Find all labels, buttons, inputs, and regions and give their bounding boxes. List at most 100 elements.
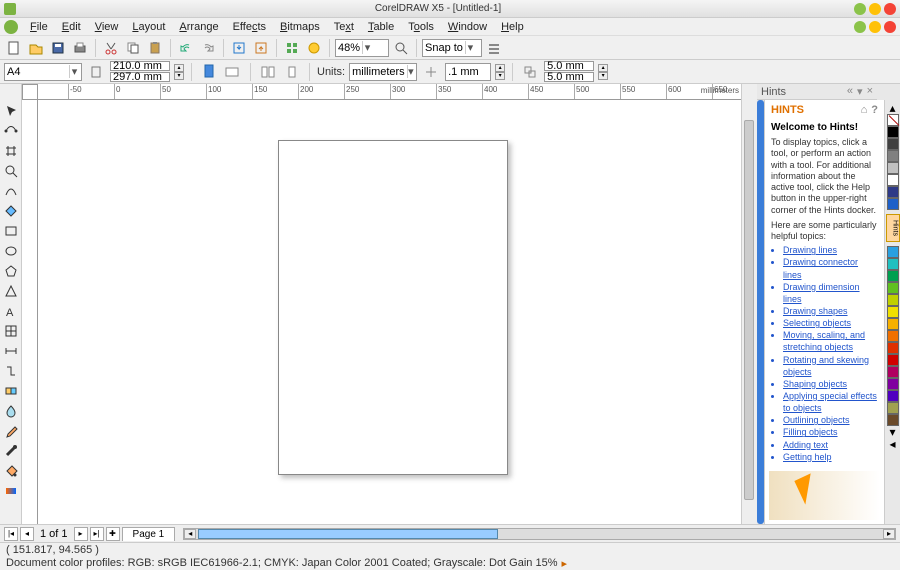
last-page-button[interactable]: ▸| (90, 527, 104, 541)
zoom-combo[interactable]: 48%▾ (335, 39, 389, 57)
color-swatch[interactable] (887, 330, 899, 342)
crop-tool[interactable] (2, 142, 20, 160)
undo-button[interactable] (176, 38, 196, 58)
zoom-tool-button[interactable] (391, 38, 411, 58)
eyedropper-tool[interactable] (2, 422, 20, 440)
export-button[interactable] (251, 38, 271, 58)
dup-y-field[interactable]: 5.0 mm (544, 72, 594, 82)
hints-handle[interactable] (757, 100, 764, 524)
hints-link[interactable]: Selecting objects (783, 317, 878, 329)
color-swatch[interactable] (887, 186, 899, 198)
redo-button[interactable] (198, 38, 218, 58)
color-swatch[interactable] (887, 162, 899, 174)
hints-link[interactable]: Drawing dimension lines (783, 281, 878, 305)
first-page-button[interactable]: |◂ (4, 527, 18, 541)
polygon-tool[interactable] (2, 262, 20, 280)
hints-help-icon[interactable]: ? (871, 104, 878, 116)
freehand-tool[interactable] (2, 182, 20, 200)
hints-link[interactable]: Filling objects (783, 426, 878, 438)
text-tool[interactable]: A (2, 302, 20, 320)
fill-tool[interactable] (2, 462, 20, 480)
menu-view[interactable]: View (89, 19, 125, 35)
hints-tab[interactable]: Hints «▾× (757, 84, 877, 100)
page-tab-1[interactable]: Page 1 (122, 527, 176, 541)
dimension-tool[interactable] (2, 342, 20, 360)
options-button[interactable] (484, 38, 504, 58)
hints-link[interactable]: Applying special effects to objects (783, 390, 878, 414)
color-swatch[interactable] (887, 354, 899, 366)
scrollbar-horizontal[interactable]: ◂▸ (183, 528, 896, 540)
menu-table[interactable]: Table (362, 19, 400, 35)
docker-menu-icon[interactable]: « (847, 85, 853, 98)
smart-fill-tool[interactable] (2, 202, 20, 220)
hints-link[interactable]: Getting help (783, 451, 878, 463)
welcome-button[interactable] (304, 38, 324, 58)
basic-shapes-tool[interactable] (2, 282, 20, 300)
zoom-tool[interactable] (2, 162, 20, 180)
color-swatch[interactable] (887, 306, 899, 318)
units-combo[interactable]: millimeters▾ (349, 63, 417, 81)
menu-edit[interactable]: Edit (56, 19, 87, 35)
table-tool[interactable] (2, 322, 20, 340)
print-button[interactable] (70, 38, 90, 58)
color-swatch[interactable] (887, 366, 899, 378)
color-swatch[interactable] (887, 294, 899, 306)
menu-file[interactable]: File (24, 19, 54, 35)
docker-close-icon[interactable]: × (867, 85, 873, 98)
save-button[interactable] (48, 38, 68, 58)
hints-link[interactable]: Drawing connector lines (783, 256, 878, 280)
hints-badge[interactable]: Hints (886, 214, 900, 242)
next-page-button[interactable]: ▸ (74, 527, 88, 541)
palette-flyout-icon[interactable]: ◂ (884, 438, 900, 450)
connector-tool[interactable] (2, 362, 20, 380)
menu-window[interactable]: Window (442, 19, 493, 35)
hints-home-icon[interactable]: ⌂ (861, 104, 868, 116)
cut-button[interactable] (101, 38, 121, 58)
hints-link[interactable]: Drawing shapes (783, 305, 878, 317)
add-page-button[interactable]: ✚ (106, 527, 120, 541)
doc-close-button[interactable] (884, 21, 896, 33)
ellipse-tool[interactable] (2, 242, 20, 260)
palette-up-icon[interactable]: ▴ (884, 102, 900, 114)
new-button[interactable] (4, 38, 24, 58)
paper-size-combo[interactable]: A4▾ (4, 63, 82, 81)
color-swatch[interactable] (887, 342, 899, 354)
nudge-field[interactable]: .1 mm (445, 63, 491, 81)
page-height-field[interactable]: 297.0 mm (110, 72, 170, 82)
color-swatch[interactable] (887, 270, 899, 282)
page-width-field[interactable]: 210.0 mm (110, 61, 170, 71)
prev-page-button[interactable]: ◂ (20, 527, 34, 541)
hints-link[interactable]: Moving, scaling, and stretching objects (783, 329, 878, 353)
hints-link[interactable]: Rotating and skewing objects (783, 354, 878, 378)
color-swatch[interactable] (887, 174, 899, 186)
menu-layout[interactable]: Layout (126, 19, 171, 35)
color-swatch[interactable] (887, 150, 899, 162)
copy-button[interactable] (123, 38, 143, 58)
status-flyout-icon[interactable]: ▸ (561, 557, 567, 570)
dup-x-field[interactable]: 5.0 mm (544, 61, 594, 71)
color-swatch[interactable] (887, 258, 899, 270)
menu-tools[interactable]: Tools (402, 19, 440, 35)
blend-tool[interactable] (2, 382, 20, 400)
dup-spinner[interactable]: ▴▾ (598, 64, 608, 80)
interactive-fill-tool[interactable] (2, 482, 20, 500)
dims-spinner[interactable]: ▴▾ (174, 64, 184, 80)
hints-link[interactable]: Shaping objects (783, 378, 878, 390)
color-swatch[interactable] (887, 198, 899, 210)
menu-text[interactable]: Text (328, 19, 360, 35)
color-swatch[interactable] (887, 282, 899, 294)
outline-tool[interactable] (2, 442, 20, 460)
color-swatch[interactable] (887, 402, 899, 414)
shape-tool[interactable] (2, 122, 20, 140)
color-swatch[interactable] (887, 138, 899, 150)
color-swatch[interactable] (887, 378, 899, 390)
color-swatch[interactable] (887, 390, 899, 402)
menu-bitmaps[interactable]: Bitmaps (274, 19, 326, 35)
ruler-horizontal[interactable]: millimeters -500501001502002503003504004… (38, 84, 741, 100)
docker-undock-icon[interactable]: ▾ (857, 85, 863, 98)
app-launcher-button[interactable] (282, 38, 302, 58)
import-button[interactable] (229, 38, 249, 58)
scrollbar-vertical[interactable] (741, 100, 757, 524)
snap-combo[interactable]: Snap to ▾ (422, 39, 482, 57)
color-swatch[interactable] (887, 318, 899, 330)
